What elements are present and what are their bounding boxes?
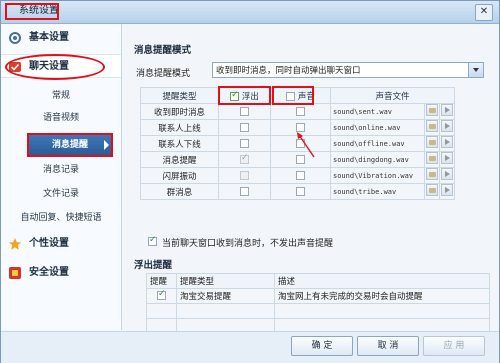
table-row: 群消息 sound\tribe.wav xyxy=(140,183,455,200)
sound-file-field[interactable]: sound\online.wav xyxy=(330,119,425,136)
float-alert-list: 提醒 提醒类型 描述 淘宝交易提醒 淘宝网上有未完成的交易时会自动提醒 xyxy=(146,273,490,334)
list-item-desc: 淘宝网上有未完成的交易时会自动提醒 xyxy=(274,288,490,304)
folder-icon[interactable] xyxy=(426,152,438,164)
ok-button[interactable]: 确 定 xyxy=(291,336,353,356)
play-icon[interactable] xyxy=(441,184,453,196)
sidebar: 基本设置 聊天设置 常规 语音视频 消息提醒 消息记录 文件记录 自动回复、快捷… xyxy=(1,24,122,330)
play-icon[interactable] xyxy=(441,136,453,148)
float-all-checkbox[interactable] xyxy=(230,90,240,101)
settings-window: 系统设置 ✕ 基本设置 聊天设置 常规 语音视频 消息提醒 消息记录 文件记录 … xyxy=(0,0,500,363)
category-label: 安全设置 xyxy=(29,267,69,278)
row-alert-type: 联系人下线 xyxy=(140,135,219,152)
sidebar-item-auto-reply[interactable]: 自动回复、快捷短语 xyxy=(1,208,121,228)
sidebar-item-general[interactable]: 常规 xyxy=(1,86,121,106)
chat-check-icon xyxy=(9,62,21,72)
sound-checkbox[interactable] xyxy=(296,170,305,180)
sidebar-item-voice-video[interactable]: 语音视频 xyxy=(1,108,121,128)
table-row: 收到即时消息 sound\sent.wav xyxy=(140,103,455,120)
category-label: 聊天设置 xyxy=(29,61,69,72)
header-sound-file: 声音文件 xyxy=(330,87,455,104)
sidebar-item-label: 消息提醒 xyxy=(51,140,88,150)
sound-all-checkbox[interactable] xyxy=(286,91,296,101)
folder-icon[interactable] xyxy=(426,184,438,196)
row-alert-type: 消息提醒 xyxy=(140,151,219,168)
float-checkbox[interactable] xyxy=(240,170,249,180)
list-header-type: 提醒类型 xyxy=(176,273,275,289)
footer-bar: 确 定 取 消 应 用 xyxy=(1,331,499,363)
sound-file-field[interactable]: sound\dingdong.wav xyxy=(330,151,425,168)
sound-checkbox[interactable] xyxy=(296,106,305,116)
float-checkbox[interactable] xyxy=(240,186,249,196)
shield-icon xyxy=(9,267,21,279)
float-checkbox[interactable] xyxy=(240,106,249,116)
float-checkbox[interactable] xyxy=(240,153,249,164)
no-sound-label: 当前聊天窗口收到消息时，不发出声音提醒 xyxy=(162,239,334,249)
category-personal-settings[interactable]: 个性设置 xyxy=(1,232,121,256)
sound-file-field[interactable]: sound\tribe.wav xyxy=(330,183,425,200)
sidebar-item-message-alert[interactable]: 消息提醒 xyxy=(29,135,111,155)
row-alert-type: 收到即时消息 xyxy=(140,103,219,120)
list-item[interactable]: 淘宝交易提醒 淘宝网上有未完成的交易时会自动提醒 xyxy=(146,288,490,304)
red-arrow-annotation xyxy=(297,132,315,158)
section-title-alert-mode: 消息提醒模式 xyxy=(134,45,192,56)
category-basic-settings[interactable]: 基本设置 xyxy=(1,26,121,50)
row-alert-type: 联系人上线 xyxy=(140,119,219,136)
play-icon[interactable] xyxy=(441,168,453,180)
table-row: 闪屏振动 sound\Vibration.wav xyxy=(140,167,455,184)
header-alert-type: 提醒类型 xyxy=(140,87,219,104)
category-security-settings[interactable]: 安全设置 xyxy=(1,261,121,285)
sound-file-field[interactable]: sound\sent.wav xyxy=(330,103,425,120)
taobao-alert-checkbox[interactable] xyxy=(157,290,166,300)
category-chat-settings[interactable]: 聊天设置 xyxy=(1,54,121,78)
no-sound-option[interactable] xyxy=(148,235,157,247)
sound-file-field[interactable]: sound\offline.wav xyxy=(330,135,425,152)
alert-mode-label: 消息提醒模式 xyxy=(136,69,191,79)
float-checkbox[interactable] xyxy=(240,138,249,148)
gear-icon xyxy=(9,32,21,44)
window-title: 系统设置 xyxy=(19,5,59,16)
folder-icon[interactable] xyxy=(426,104,438,116)
folder-icon[interactable] xyxy=(426,120,438,132)
apply-button[interactable]: 应 用 xyxy=(423,336,485,356)
play-icon[interactable] xyxy=(441,104,453,116)
title-bar[interactable]: 系统设置 ✕ xyxy=(1,1,499,24)
play-icon[interactable] xyxy=(441,120,453,132)
list-empty-row xyxy=(146,303,490,319)
list-header-desc: 描述 xyxy=(274,273,490,289)
header-float[interactable]: 浮出 xyxy=(218,87,271,104)
chevron-right-icon xyxy=(104,140,109,150)
section-title-float-alert: 浮出提醒 xyxy=(134,260,173,271)
chevron-down-icon[interactable] xyxy=(468,63,483,77)
row-alert-type: 群消息 xyxy=(140,183,219,200)
sidebar-item-file-log[interactable]: 文件记录 xyxy=(1,184,121,204)
sound-checkbox[interactable] xyxy=(296,186,305,196)
alert-mode-select[interactable]: 收到即时消息，同时自动弹出聊天窗口 xyxy=(212,62,484,78)
category-label: 个性设置 xyxy=(29,238,69,249)
content-panel: 消息提醒模式 消息提醒模式 收到即时消息，同时自动弹出聊天窗口 提醒类型 浮出 … xyxy=(126,25,494,334)
folder-icon[interactable] xyxy=(426,168,438,180)
list-item-type: 淘宝交易提醒 xyxy=(176,288,275,304)
header-sound[interactable]: 声音 xyxy=(270,87,331,104)
star-icon xyxy=(9,238,21,250)
sound-file-field[interactable]: sound\Vibration.wav xyxy=(330,167,425,184)
float-checkbox[interactable] xyxy=(240,122,249,132)
cancel-button[interactable]: 取 消 xyxy=(357,336,419,356)
alert-mode-value: 收到即时消息，同时自动弹出聊天窗口 xyxy=(216,66,361,76)
play-icon[interactable] xyxy=(441,152,453,164)
close-button[interactable]: ✕ xyxy=(475,4,493,21)
list-header-alert: 提醒 xyxy=(146,273,177,289)
category-label: 基本设置 xyxy=(29,32,69,43)
row-alert-type: 闪屏振动 xyxy=(140,167,219,184)
no-sound-checkbox[interactable] xyxy=(148,235,157,246)
folder-icon[interactable] xyxy=(426,136,438,148)
sidebar-item-message-log[interactable]: 消息记录 xyxy=(1,160,121,180)
